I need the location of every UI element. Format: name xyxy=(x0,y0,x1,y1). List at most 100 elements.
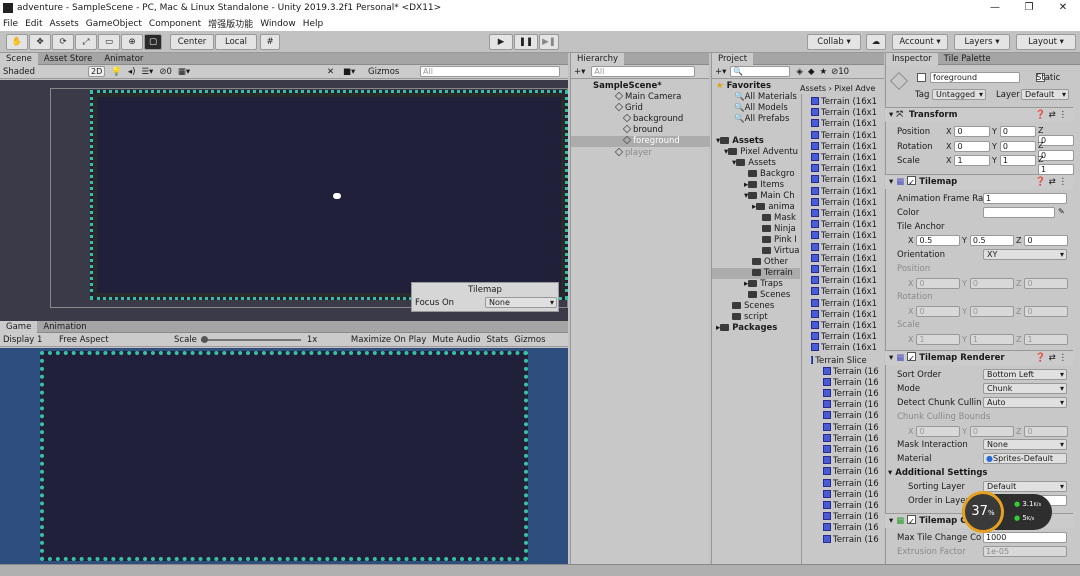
terrain-asset-item[interactable]: Terrain (16x1 xyxy=(811,298,883,310)
player-sprite[interactable] xyxy=(333,193,341,199)
rotation-x-field[interactable]: 0 xyxy=(954,141,991,152)
foreground-item[interactable]: foreground xyxy=(571,136,710,147)
menu-edit[interactable]: Edit xyxy=(25,19,42,29)
terrain-slice-child[interactable]: Terrain (16 xyxy=(823,501,883,512)
minimize-button[interactable]: — xyxy=(978,0,1012,16)
terrain-slice-child[interactable]: Terrain (16 xyxy=(823,422,883,434)
bround-item[interactable]: bround xyxy=(623,125,663,136)
terrain-asset-item[interactable]: Terrain (16x1 xyxy=(811,108,883,119)
folder-items[interactable]: ▸ Items xyxy=(744,180,784,191)
folder-pixel-adventure[interactable]: ▾ Pixel Adventu xyxy=(724,147,800,158)
scale-y-field[interactable]: 1 xyxy=(999,155,1036,166)
tilemap-enabled-checkbox[interactable] xyxy=(907,175,917,190)
network-meter[interactable]: 37% ● 3.1K/s ● 5K/s xyxy=(962,491,1052,533)
account-button[interactable]: Account ▾ xyxy=(892,34,948,50)
camera-icon[interactable]: ■▾ xyxy=(343,67,355,77)
max-tile-change-field[interactable]: 1000 xyxy=(983,532,1067,543)
lighting-icon[interactable]: 💡 xyxy=(111,67,122,77)
tab-game[interactable]: Game xyxy=(0,320,38,333)
folder-scenes-sub[interactable]: Scenes xyxy=(748,290,790,301)
tab-asset-store[interactable]: Asset Store xyxy=(38,53,98,65)
folder-other[interactable]: Other xyxy=(752,257,788,268)
grid-scale-x-field[interactable]: 1 xyxy=(916,334,961,345)
terrain-slice-child[interactable]: Terrain (16 xyxy=(823,411,883,422)
transform-tool-icon[interactable]: ⊕ xyxy=(121,34,143,50)
terrain-asset-item[interactable]: Terrain (16x1 xyxy=(811,242,883,254)
sorting-layer-dropdown[interactable]: Default xyxy=(983,481,1067,492)
pause-button[interactable]: ❚❚ xyxy=(514,34,538,50)
layers-button[interactable]: Layers ▾ xyxy=(954,34,1010,50)
rotation-y-field[interactable]: 0 xyxy=(999,141,1036,152)
move-tool-icon[interactable]: ✥ xyxy=(29,34,51,50)
favorite-item[interactable]: 🔍All Models xyxy=(734,103,788,114)
collider-enabled-checkbox[interactable] xyxy=(907,514,917,529)
active-checkbox[interactable] xyxy=(917,73,926,82)
effects-icon[interactable]: ☰▾ xyxy=(141,67,153,77)
terrain-slice-child[interactable]: Terrain (16 xyxy=(823,433,883,445)
folder-main-characters[interactable]: ▾ Main Ch xyxy=(744,191,800,202)
player-item[interactable]: player xyxy=(615,148,652,159)
folder-mask[interactable]: Mask xyxy=(762,213,800,224)
tile-anchor-z-field[interactable]: 0 xyxy=(1024,235,1069,246)
project-search-input[interactable]: 🔍 xyxy=(730,66,791,77)
cloud-icon[interactable]: ☁ xyxy=(866,34,886,50)
material-field[interactable]: ●Sprites-Default xyxy=(983,453,1067,464)
scene-search-input[interactable]: All xyxy=(420,66,560,77)
terrain-slice-item[interactable]: ▾Terrain Slice xyxy=(811,355,883,367)
chunk-bounds-z-field[interactable]: 0 xyxy=(1024,426,1069,437)
maximize-on-play-toggle[interactable]: Maximize On Play xyxy=(351,335,426,345)
tab-tile-palette[interactable]: Tile Palette xyxy=(938,53,997,65)
close-button[interactable]: ✕ xyxy=(1046,0,1080,16)
collab-button[interactable]: Collab ▾ xyxy=(807,34,861,50)
menu-gameobject[interactable]: GameObject xyxy=(86,19,142,29)
grid-position-y-field[interactable]: 0 xyxy=(969,278,1014,289)
terrain-asset-item[interactable]: Terrain (16x1 xyxy=(811,209,883,220)
tab-scene[interactable]: Scene xyxy=(0,52,38,65)
component-menu-icon[interactable]: ❓ ⇄ ⋮ xyxy=(1035,108,1067,123)
hierarchy-search-input[interactable]: All xyxy=(591,66,696,77)
menu-enhanced[interactable]: 增强版功能 xyxy=(208,17,253,30)
folder-pink[interactable]: Pink I xyxy=(762,235,800,246)
scale-slider[interactable] xyxy=(200,335,301,343)
scale-x-field[interactable]: 1 xyxy=(954,155,991,166)
folder-assets-sub[interactable]: ▾ Assets xyxy=(732,158,776,169)
rotate-tool-icon[interactable]: ⟳ xyxy=(52,34,74,50)
layer-dropdown[interactable]: Default xyxy=(1021,89,1069,100)
animation-frame-rate-field[interactable]: 1 xyxy=(983,193,1067,204)
grid-scale-z-field[interactable]: 1 xyxy=(1024,334,1069,345)
detect-chunk-dropdown[interactable]: Auto xyxy=(983,397,1067,408)
folder-ninja[interactable]: Ninja xyxy=(762,224,800,235)
additional-settings-header[interactable]: ▾ Additional Settings xyxy=(888,468,988,478)
aspect-dropdown[interactable]: Free Aspect xyxy=(59,335,169,345)
hidden-icon[interactable]: ⊘ xyxy=(159,67,166,77)
terrain-slice-child[interactable]: Terrain (16 xyxy=(823,389,883,400)
orientation-dropdown[interactable]: XY xyxy=(983,249,1067,260)
pivot-local-button[interactable]: Local xyxy=(215,34,257,50)
stats-toggle[interactable]: Stats xyxy=(487,335,509,345)
grid-item[interactable]: Grid xyxy=(615,103,643,114)
renderer-enabled-checkbox[interactable] xyxy=(907,351,917,366)
tab-animator[interactable]: Animator xyxy=(98,53,149,65)
menu-help[interactable]: Help xyxy=(303,19,324,29)
rect-tool-icon[interactable]: ▭ xyxy=(98,34,120,50)
terrain-asset-item[interactable]: Terrain (16x1 xyxy=(811,231,883,242)
tag-dropdown[interactable]: Untagged xyxy=(932,89,986,100)
terrain-asset-item[interactable]: Terrain (16x1 xyxy=(811,343,883,354)
grid-position-z-field[interactable]: 0 xyxy=(1024,278,1069,289)
tile-anchor-y-field[interactable]: 0.5 xyxy=(969,235,1014,246)
chunk-bounds-x-field[interactable]: 0 xyxy=(916,426,961,437)
tab-animation[interactable]: Animation xyxy=(37,321,92,333)
component-menu-icon[interactable]: ❓ ⇄ ⋮ xyxy=(1035,351,1067,366)
terrain-asset-item[interactable]: Terrain (16x1 xyxy=(811,309,883,321)
background-item[interactable]: background xyxy=(623,114,683,125)
tilemap-renderer-header[interactable]: ▾ ▦ Tilemap Renderer❓ ⇄ ⋮ xyxy=(885,350,1073,366)
object-name-field[interactable]: foreground xyxy=(930,72,1020,83)
terrain-slice-child[interactable]: Terrain (16 xyxy=(823,456,883,467)
mute-audio-toggle[interactable]: Mute Audio xyxy=(432,335,480,345)
play-button[interactable]: ▶ xyxy=(489,34,513,50)
maximize-button[interactable]: ❐ xyxy=(1012,0,1046,16)
terrain-asset-item[interactable]: Terrain (16x1 xyxy=(811,332,883,343)
terrain-asset-item[interactable]: Terrain (16x1 xyxy=(811,253,883,265)
project-create-icon[interactable]: +▾ xyxy=(715,67,726,77)
hidden-packages-icon[interactable]: ⊘ xyxy=(831,67,838,77)
